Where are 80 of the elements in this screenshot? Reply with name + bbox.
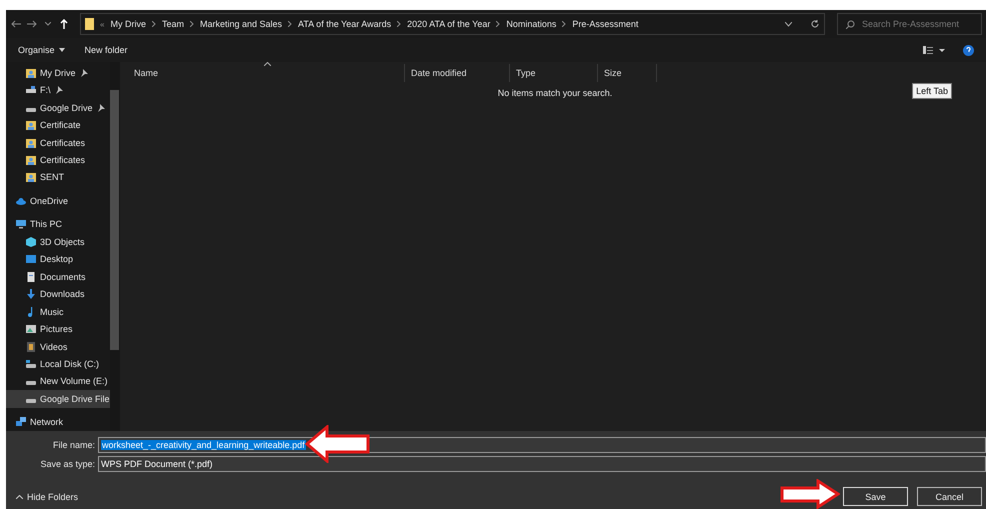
network-icon — [16, 417, 26, 428]
pin-icon[interactable] — [80, 68, 88, 77]
folder-icon — [26, 154, 36, 165]
save-button[interactable]: Save — [843, 487, 908, 506]
new-folder-button[interactable]: New folder — [84, 45, 128, 55]
cube-icon — [26, 236, 36, 247]
chevron-icon — [190, 21, 194, 27]
sidebar-item[interactable]: Music — [6, 302, 110, 320]
drive-icon — [26, 358, 36, 369]
breadcrumb[interactable]: My Drive — [110, 19, 146, 29]
help-icon[interactable] — [963, 44, 974, 56]
folder-icon — [26, 120, 36, 130]
sidebar-item[interactable]: SENT — [6, 168, 110, 186]
sidebar-item[interactable]: New Volume (E:) — [6, 372, 110, 390]
pictures-icon — [26, 324, 36, 334]
sidebar-item[interactable]: F:\ — [6, 81, 110, 99]
empty-message: No items match your search. — [496, 88, 614, 98]
address-bar[interactable]: « My Drive Team Marketing and Sales ATA of the Year Awards 2020 ATA of the Year Nominations Pre-Assessment — [80, 13, 825, 35]
cloud-icon — [16, 196, 26, 206]
sidebar-item[interactable]: Videos — [6, 338, 110, 356]
up-arrow-icon[interactable] — [58, 17, 70, 31]
caret-icon — [16, 494, 23, 498]
hide-folders-button[interactable]: Hide Folders — [16, 492, 78, 502]
sidebar-item[interactable]: Certificates — [6, 151, 110, 169]
chevron-icon — [152, 21, 156, 27]
breadcrumb[interactable]: 2020 ATA of the Year — [407, 19, 490, 29]
sidebar-item[interactable]: Pictures — [6, 320, 110, 338]
overflow-chevron[interactable]: « — [100, 20, 104, 28]
breadcrumb[interactable]: Team — [162, 19, 184, 29]
sidebar-item[interactable]: Certificates — [6, 134, 110, 152]
column-header[interactable]: Name — [128, 64, 405, 82]
sidebar-item[interactable]: This PC — [6, 216, 110, 234]
view-options-icon[interactable] — [923, 46, 945, 54]
chevron-icon — [496, 21, 500, 27]
sidebar-item[interactable]: Documents — [6, 268, 110, 286]
sidebar-item[interactable]: Google Drive File — [6, 390, 110, 408]
folder-icon — [26, 138, 36, 148]
breadcrumb[interactable]: Nominations — [506, 19, 556, 29]
network-drive-icon — [26, 85, 36, 96]
cancel-button[interactable]: Cancel — [917, 487, 982, 506]
sidebar-item[interactable]: Certificate — [6, 116, 110, 134]
caret-icon — [58, 48, 65, 52]
file-name-label: File name: — [52, 440, 96, 450]
column-header[interactable]: Date modified — [405, 64, 510, 82]
sidebar-item[interactable]: Downloads — [6, 285, 110, 303]
folder-icon — [26, 172, 36, 182]
refresh-icon[interactable] — [810, 19, 820, 29]
chevron-icon — [288, 21, 292, 27]
breadcrumb[interactable]: ATA of the Year Awards — [298, 19, 392, 29]
pin-icon[interactable] — [96, 104, 105, 112]
annotation-arrow — [780, 479, 840, 509]
chevron-icon — [562, 21, 566, 27]
sidebar-item[interactable]: 3D Objects — [6, 233, 110, 251]
save-type-label: Save as type: — [39, 458, 96, 468]
organise-menu[interactable]: Organise — [18, 45, 65, 55]
column-header[interactable]: Size — [598, 64, 657, 82]
film-icon — [26, 342, 36, 352]
sidebar-item[interactable]: Network — [6, 414, 110, 432]
sidebar-item[interactable]: Local Disk (C:) — [6, 355, 110, 373]
breadcrumb[interactable]: Marketing and Sales — [200, 19, 282, 29]
chevron-icon — [397, 21, 402, 27]
sidebar-item[interactable]: Google Drive — [6, 98, 110, 116]
sidebar-item[interactable]: Desktop — [6, 250, 110, 268]
computer-icon — [16, 219, 26, 230]
dropdown-icon[interactable] — [785, 22, 792, 26]
desktop-icon — [26, 254, 36, 264]
sidebar-item[interactable]: My Drive — [6, 64, 110, 82]
column-header[interactable]: Type — [510, 64, 598, 82]
tooltip: Left Tab — [912, 83, 952, 99]
save-type-dropdown[interactable]: WPS PDF Document (*.pdf) — [98, 456, 986, 472]
file-name-field[interactable]: worksheet_-_creativity_and_learning_writeable.pdf — [98, 436, 986, 452]
pin-icon[interactable] — [54, 86, 62, 94]
breadcrumb[interactable]: Pre-Assessment — [572, 19, 638, 29]
folder-icon — [85, 18, 94, 30]
sidebar-item[interactable]: OneDrive — [6, 192, 110, 210]
folder-icon — [26, 68, 36, 78]
annotation-arrow — [305, 425, 371, 463]
document-icon — [26, 272, 36, 282]
down-arrow-icon — [26, 289, 36, 300]
search-field[interactable]: Search Pre-Assessment — [837, 13, 982, 35]
